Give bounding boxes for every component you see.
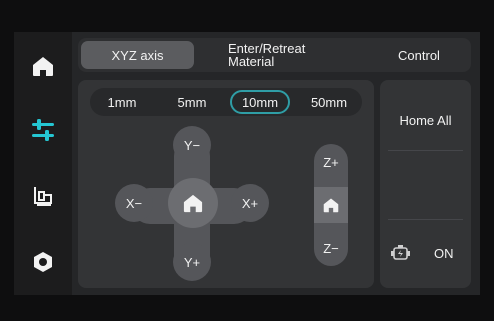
tab-enter-retreat-material[interactable]: Enter/Retreat Material [206,41,332,69]
home-icon [183,194,203,213]
sidebar-item-home[interactable] [14,46,72,86]
control-panel: Home All ON [380,80,471,288]
step-option-1mm[interactable]: 1mm [92,90,152,114]
motor-toggle[interactable]: ON [434,246,454,261]
sidebar-item-settings[interactable] [14,242,72,282]
printer-screen: XYZ axis Enter/Retreat Material Control … [14,32,480,295]
x-minus-button[interactable]: X− [115,184,153,222]
z-home-button[interactable] [314,187,348,223]
tab-control[interactable]: Control [370,41,468,69]
step-size-selector: 1mm 5mm 10mm 50mm [90,88,362,116]
step-option-10mm[interactable]: 10mm [230,90,290,114]
step-option-5mm[interactable]: 5mm [162,90,222,114]
motor-icon [390,244,412,267]
sliders-icon [32,119,54,141]
sidebar-item-adjust[interactable] [14,110,72,150]
sidebar-item-filament[interactable] [14,176,72,216]
y-minus-button[interactable]: Y− [173,126,211,164]
home-all-button[interactable]: Home All [380,113,471,128]
hexnut-icon [34,252,52,272]
xyz-jog-panel: 1mm 5mm 10mm 50mm Y− Y+ X− X+ Z+ Z− [78,80,374,288]
filament-icon [34,187,52,206]
sidebar [14,32,72,295]
z-axis-control: Z+ Z− [314,144,348,266]
divider [388,219,463,220]
home-icon [323,198,339,213]
y-plus-button[interactable]: Y+ [173,243,211,281]
tab-bar: XYZ axis Enter/Retreat Material Control [78,38,471,72]
tab-xyz-axis[interactable]: XYZ axis [81,41,194,69]
step-option-50mm[interactable]: 50mm [298,90,360,114]
xy-home-button[interactable] [168,178,218,228]
divider [388,150,463,151]
x-plus-button[interactable]: X+ [231,184,269,222]
z-plus-button[interactable]: Z+ [314,144,348,180]
home-icon [33,57,53,76]
z-minus-button[interactable]: Z− [314,230,348,266]
